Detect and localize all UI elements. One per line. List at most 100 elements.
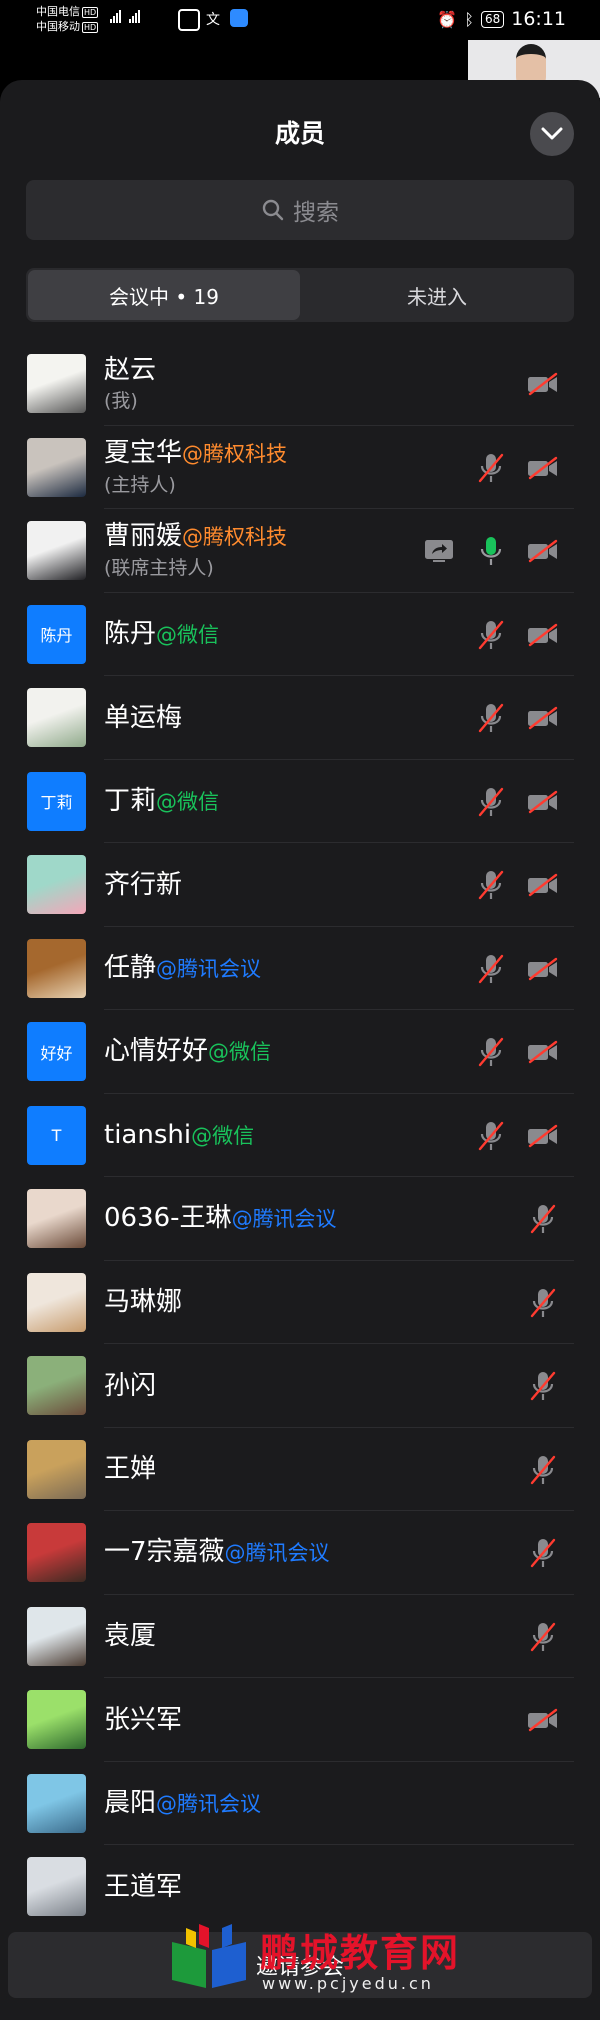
tab-not-joined[interactable]: 未进入 (300, 268, 574, 322)
hd-badge: HD (82, 22, 99, 33)
mic-muted-icon (526, 1621, 560, 1653)
member-info: 任静@腾讯会议 (104, 927, 261, 1010)
member-row[interactable]: 赵云 (我) (0, 342, 600, 426)
search-app-icon (230, 9, 248, 27)
member-row[interactable]: 一7宗嘉薇@腾讯会议 (0, 1511, 600, 1595)
hd-badge: HD (82, 7, 99, 18)
member-info: 王道军 (104, 1845, 182, 1928)
member-status-icons (474, 869, 560, 901)
search-input[interactable]: 搜索 (26, 180, 574, 240)
member-name: 赵云 (104, 354, 157, 385)
member-name: 孙闪 (104, 1370, 157, 1401)
member-row[interactable]: 单运梅 (0, 676, 600, 760)
member-row[interactable]: 好好 心情好好@微信 (0, 1010, 600, 1094)
camera-off-icon (526, 1704, 560, 1736)
member-name: tianshi (104, 1119, 192, 1150)
member-row[interactable]: 晨阳@腾讯会议 (0, 1762, 600, 1845)
member-name-line: 丁莉@微信 (104, 785, 219, 818)
carrier-info: 中国电信 HD 中国移动 HD (36, 4, 99, 34)
status-right: ⏰ ᛒ 68 16:11 (437, 8, 566, 30)
member-row[interactable]: 曹丽媛@腾权科技 (联席主持人) (0, 509, 600, 593)
member-row[interactable]: 王道军 (0, 1845, 600, 1929)
mic-muted-icon (474, 953, 508, 985)
avatar (27, 938, 86, 998)
member-row[interactable]: 孙闪 (0, 1344, 600, 1428)
avatar (27, 1523, 86, 1582)
avatar: T (27, 1105, 86, 1165)
member-status-icons (422, 535, 560, 567)
search-placeholder: 搜索 (293, 200, 339, 226)
member-org: @微信 (156, 622, 220, 647)
member-info: 一7宗嘉薇@腾讯会议 (104, 1511, 330, 1594)
member-role: (主持人) (104, 473, 176, 496)
book-logo-icon (172, 1924, 246, 1988)
member-row[interactable]: 袁厦 (0, 1595, 600, 1678)
member-org: @腾讯会议 (224, 1541, 330, 1565)
screen-share-icon (422, 535, 456, 567)
member-info: 齐行新 (104, 843, 182, 926)
member-status-icons (526, 1621, 560, 1653)
clock: 16:11 (511, 8, 566, 30)
camera-off-icon (526, 1036, 560, 1068)
watermark-title: 鹏城教育网 (260, 1931, 461, 1975)
member-org: @腾讯会议 (231, 1207, 337, 1231)
member-row[interactable]: 陈丹 陈丹@微信 (0, 593, 600, 676)
member-role: (我) (104, 389, 138, 412)
member-name: 单运梅 (104, 702, 183, 733)
translate-icon: 文 (206, 12, 220, 28)
app-notification-icon (178, 9, 200, 31)
avatar: 陈丹 (27, 604, 86, 664)
mic-muted-icon (526, 1454, 560, 1486)
member-row[interactable]: 张兴军 (0, 1678, 600, 1762)
member-name-line: 袁厦 (104, 1620, 156, 1652)
member-row[interactable]: 丁莉 丁莉@微信 (0, 760, 600, 843)
member-info: 袁厦 (104, 1595, 156, 1678)
tab-in-meeting[interactable]: 会议中 • 19 (28, 270, 300, 320)
member-name-line: 单运梅 (104, 702, 182, 734)
avatar (27, 1189, 86, 1248)
bluetooth-icon: ᛒ (464, 9, 474, 29)
member-status-icons (474, 452, 560, 484)
member-org: @腾讯会议 (156, 1791, 262, 1816)
member-name-line: tianshi@微信 (104, 1119, 254, 1152)
avatar (27, 354, 86, 413)
member-status-icons (474, 619, 560, 651)
member-row[interactable]: 0636-王琳@腾讯会议 (0, 1177, 600, 1261)
member-name-line: 王道军 (104, 1871, 182, 1903)
camera-off-icon (526, 869, 560, 901)
member-info: 夏宝华@腾权科技 (主持人) (104, 426, 287, 509)
member-row[interactable]: 夏宝华@腾权科技 (主持人) (0, 426, 600, 509)
collapse-button[interactable] (530, 112, 574, 156)
member-list: 赵云 (我) 夏宝华@腾权科技 (主持人) 曹丽媛@腾权科技 (联席主持人) 陈丹 陈丹@微信… (0, 342, 600, 1929)
watermark-url: www.pcjyedu.cn (262, 1974, 434, 1993)
camera-off-icon (526, 452, 560, 484)
camera-off-icon (526, 953, 560, 985)
member-name: 任静 (104, 952, 157, 983)
member-status-icons (474, 1036, 560, 1068)
member-info: 马琳娜 (104, 1261, 182, 1344)
member-row[interactable]: Ttianshi@微信 (0, 1094, 600, 1177)
avatar (27, 1272, 86, 1332)
member-name-line: 任静@腾讯会议 (104, 952, 261, 985)
member-row[interactable]: 马琳娜 (0, 1261, 600, 1344)
member-row[interactable]: 任静@腾讯会议 (0, 927, 600, 1010)
member-status-icons (526, 1537, 560, 1569)
avatar (27, 1356, 86, 1415)
member-row[interactable]: 齐行新 (0, 843, 600, 927)
member-org: @微信 (156, 789, 220, 814)
member-name: 王道军 (104, 1871, 183, 1902)
avatar (27, 437, 86, 497)
member-name-line: 王婵 (104, 1453, 156, 1485)
mic-muted-icon (474, 1036, 508, 1068)
member-org: @微信 (208, 1040, 272, 1064)
member-status-icons (526, 1704, 560, 1736)
member-row[interactable]: 王婵 (0, 1428, 600, 1511)
member-name: 心情好好 (104, 1036, 209, 1066)
status-bar: 中国电信 HD 中国移动 HD 文 ⏰ ᛒ 68 16:11 (0, 0, 600, 44)
camera-off-icon (526, 535, 560, 567)
member-status-icons (474, 702, 560, 734)
member-info: 心情好好@微信 (104, 1010, 271, 1093)
member-org: @腾权科技 (182, 525, 288, 549)
member-name: 张兴军 (104, 1704, 183, 1735)
member-name-line: 一7宗嘉薇@腾讯会议 (104, 1536, 330, 1569)
